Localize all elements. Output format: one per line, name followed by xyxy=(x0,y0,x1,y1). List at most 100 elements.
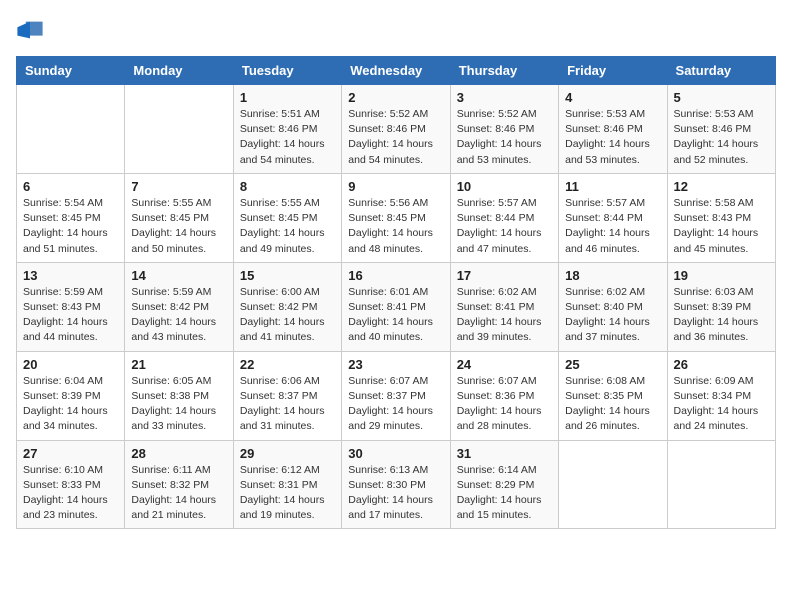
day-number: 19 xyxy=(674,268,769,283)
week-row-3: 13 Sunrise: 5:59 AMSunset: 8:43 PMDaylig… xyxy=(17,262,776,351)
day-number: 7 xyxy=(131,179,226,194)
calendar-cell xyxy=(667,440,775,529)
calendar-cell: 28 Sunrise: 6:11 AMSunset: 8:32 PMDaylig… xyxy=(125,440,233,529)
day-info: Sunrise: 6:05 AMSunset: 8:38 PMDaylight:… xyxy=(131,375,216,433)
col-header-thursday: Thursday xyxy=(450,57,558,85)
day-number: 28 xyxy=(131,446,226,461)
calendar-cell: 5 Sunrise: 5:53 AMSunset: 8:46 PMDayligh… xyxy=(667,85,775,174)
calendar-cell: 7 Sunrise: 5:55 AMSunset: 8:45 PMDayligh… xyxy=(125,173,233,262)
day-info: Sunrise: 6:03 AMSunset: 8:39 PMDaylight:… xyxy=(674,286,759,344)
page-header xyxy=(16,16,776,44)
day-number: 30 xyxy=(348,446,443,461)
day-number: 31 xyxy=(457,446,552,461)
calendar-cell: 13 Sunrise: 5:59 AMSunset: 8:43 PMDaylig… xyxy=(17,262,125,351)
day-info: Sunrise: 6:06 AMSunset: 8:37 PMDaylight:… xyxy=(240,375,325,433)
day-info: Sunrise: 5:52 AMSunset: 8:46 PMDaylight:… xyxy=(457,108,542,166)
day-info: Sunrise: 5:53 AMSunset: 8:46 PMDaylight:… xyxy=(674,108,759,166)
calendar-table: SundayMondayTuesdayWednesdayThursdayFrid… xyxy=(16,56,776,529)
day-info: Sunrise: 6:10 AMSunset: 8:33 PMDaylight:… xyxy=(23,464,108,522)
day-info: Sunrise: 5:57 AMSunset: 8:44 PMDaylight:… xyxy=(565,197,650,255)
day-number: 17 xyxy=(457,268,552,283)
calendar-cell: 30 Sunrise: 6:13 AMSunset: 8:30 PMDaylig… xyxy=(342,440,450,529)
col-header-tuesday: Tuesday xyxy=(233,57,341,85)
day-info: Sunrise: 6:09 AMSunset: 8:34 PMDaylight:… xyxy=(674,375,759,433)
day-number: 11 xyxy=(565,179,660,194)
day-info: Sunrise: 5:51 AMSunset: 8:46 PMDaylight:… xyxy=(240,108,325,166)
day-number: 12 xyxy=(674,179,769,194)
calendar-cell: 27 Sunrise: 6:10 AMSunset: 8:33 PMDaylig… xyxy=(17,440,125,529)
day-number: 9 xyxy=(348,179,443,194)
day-info: Sunrise: 6:11 AMSunset: 8:32 PMDaylight:… xyxy=(131,464,216,522)
day-info: Sunrise: 6:07 AMSunset: 8:37 PMDaylight:… xyxy=(348,375,433,433)
calendar-cell: 15 Sunrise: 6:00 AMSunset: 8:42 PMDaylig… xyxy=(233,262,341,351)
calendar-cell: 4 Sunrise: 5:53 AMSunset: 8:46 PMDayligh… xyxy=(559,85,667,174)
day-info: Sunrise: 6:04 AMSunset: 8:39 PMDaylight:… xyxy=(23,375,108,433)
calendar-cell: 1 Sunrise: 5:51 AMSunset: 8:46 PMDayligh… xyxy=(233,85,341,174)
day-number: 29 xyxy=(240,446,335,461)
day-number: 25 xyxy=(565,357,660,372)
day-info: Sunrise: 5:57 AMSunset: 8:44 PMDaylight:… xyxy=(457,197,542,255)
logo-icon xyxy=(16,16,44,44)
week-row-2: 6 Sunrise: 5:54 AMSunset: 8:45 PMDayligh… xyxy=(17,173,776,262)
day-number: 26 xyxy=(674,357,769,372)
day-number: 18 xyxy=(565,268,660,283)
day-info: Sunrise: 6:14 AMSunset: 8:29 PMDaylight:… xyxy=(457,464,542,522)
calendar-cell: 21 Sunrise: 6:05 AMSunset: 8:38 PMDaylig… xyxy=(125,351,233,440)
day-info: Sunrise: 6:02 AMSunset: 8:41 PMDaylight:… xyxy=(457,286,542,344)
day-number: 27 xyxy=(23,446,118,461)
calendar-cell: 2 Sunrise: 5:52 AMSunset: 8:46 PMDayligh… xyxy=(342,85,450,174)
day-info: Sunrise: 6:02 AMSunset: 8:40 PMDaylight:… xyxy=(565,286,650,344)
calendar-cell: 20 Sunrise: 6:04 AMSunset: 8:39 PMDaylig… xyxy=(17,351,125,440)
col-header-friday: Friday xyxy=(559,57,667,85)
day-info: Sunrise: 5:53 AMSunset: 8:46 PMDaylight:… xyxy=(565,108,650,166)
day-info: Sunrise: 5:56 AMSunset: 8:45 PMDaylight:… xyxy=(348,197,433,255)
calendar-cell: 29 Sunrise: 6:12 AMSunset: 8:31 PMDaylig… xyxy=(233,440,341,529)
col-header-wednesday: Wednesday xyxy=(342,57,450,85)
day-info: Sunrise: 5:59 AMSunset: 8:43 PMDaylight:… xyxy=(23,286,108,344)
day-info: Sunrise: 6:12 AMSunset: 8:31 PMDaylight:… xyxy=(240,464,325,522)
day-info: Sunrise: 6:08 AMSunset: 8:35 PMDaylight:… xyxy=(565,375,650,433)
calendar-cell: 17 Sunrise: 6:02 AMSunset: 8:41 PMDaylig… xyxy=(450,262,558,351)
day-number: 20 xyxy=(23,357,118,372)
day-info: Sunrise: 5:52 AMSunset: 8:46 PMDaylight:… xyxy=(348,108,433,166)
calendar-cell: 3 Sunrise: 5:52 AMSunset: 8:46 PMDayligh… xyxy=(450,85,558,174)
day-number: 24 xyxy=(457,357,552,372)
calendar-cell: 18 Sunrise: 6:02 AMSunset: 8:40 PMDaylig… xyxy=(559,262,667,351)
day-number: 21 xyxy=(131,357,226,372)
col-header-monday: Monday xyxy=(125,57,233,85)
day-number: 5 xyxy=(674,90,769,105)
calendar-cell: 12 Sunrise: 5:58 AMSunset: 8:43 PMDaylig… xyxy=(667,173,775,262)
day-number: 1 xyxy=(240,90,335,105)
day-info: Sunrise: 6:01 AMSunset: 8:41 PMDaylight:… xyxy=(348,286,433,344)
col-header-sunday: Sunday xyxy=(17,57,125,85)
week-row-4: 20 Sunrise: 6:04 AMSunset: 8:39 PMDaylig… xyxy=(17,351,776,440)
logo xyxy=(16,16,48,44)
day-info: Sunrise: 5:55 AMSunset: 8:45 PMDaylight:… xyxy=(240,197,325,255)
day-number: 22 xyxy=(240,357,335,372)
week-row-1: 1 Sunrise: 5:51 AMSunset: 8:46 PMDayligh… xyxy=(17,85,776,174)
day-number: 15 xyxy=(240,268,335,283)
week-row-5: 27 Sunrise: 6:10 AMSunset: 8:33 PMDaylig… xyxy=(17,440,776,529)
day-info: Sunrise: 5:58 AMSunset: 8:43 PMDaylight:… xyxy=(674,197,759,255)
day-info: Sunrise: 5:54 AMSunset: 8:45 PMDaylight:… xyxy=(23,197,108,255)
calendar-cell: 19 Sunrise: 6:03 AMSunset: 8:39 PMDaylig… xyxy=(667,262,775,351)
calendar-cell: 24 Sunrise: 6:07 AMSunset: 8:36 PMDaylig… xyxy=(450,351,558,440)
day-number: 8 xyxy=(240,179,335,194)
day-number: 13 xyxy=(23,268,118,283)
day-number: 2 xyxy=(348,90,443,105)
day-number: 10 xyxy=(457,179,552,194)
day-info: Sunrise: 5:55 AMSunset: 8:45 PMDaylight:… xyxy=(131,197,216,255)
calendar-cell: 9 Sunrise: 5:56 AMSunset: 8:45 PMDayligh… xyxy=(342,173,450,262)
calendar-cell: 23 Sunrise: 6:07 AMSunset: 8:37 PMDaylig… xyxy=(342,351,450,440)
calendar-cell xyxy=(125,85,233,174)
day-number: 4 xyxy=(565,90,660,105)
calendar-cell: 22 Sunrise: 6:06 AMSunset: 8:37 PMDaylig… xyxy=(233,351,341,440)
calendar-cell: 6 Sunrise: 5:54 AMSunset: 8:45 PMDayligh… xyxy=(17,173,125,262)
day-number: 16 xyxy=(348,268,443,283)
calendar-cell xyxy=(559,440,667,529)
day-number: 14 xyxy=(131,268,226,283)
day-info: Sunrise: 6:00 AMSunset: 8:42 PMDaylight:… xyxy=(240,286,325,344)
calendar-cell: 31 Sunrise: 6:14 AMSunset: 8:29 PMDaylig… xyxy=(450,440,558,529)
calendar-cell: 10 Sunrise: 5:57 AMSunset: 8:44 PMDaylig… xyxy=(450,173,558,262)
day-number: 6 xyxy=(23,179,118,194)
